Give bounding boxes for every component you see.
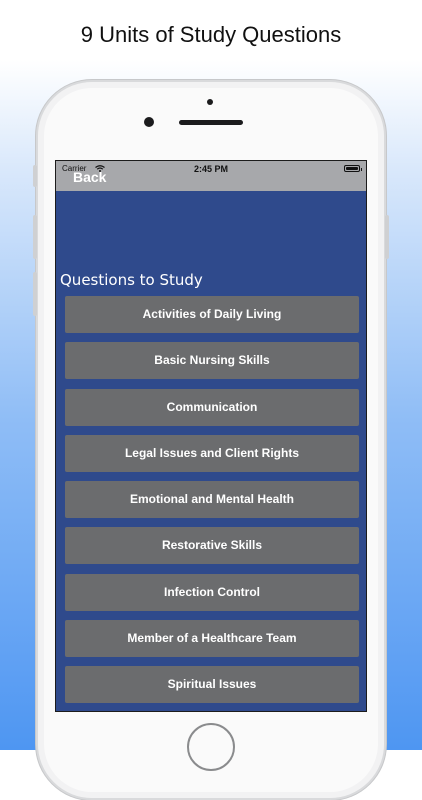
topic-button-emotional-mental-health[interactable]: Emotional and Mental Health xyxy=(65,481,359,519)
topic-button-healthcare-team[interactable]: Member of a Healthcare Team xyxy=(65,620,359,658)
phone-side-button-mute xyxy=(33,165,37,187)
topic-button-legal-issues[interactable]: Legal Issues and Client Rights xyxy=(65,434,359,472)
topic-button-communication[interactable]: Communication xyxy=(65,388,359,426)
topic-button-infection-control[interactable]: Infection Control xyxy=(65,573,359,611)
app-screen: Carrier 2:45 PM Back Questions to Study … xyxy=(55,160,367,712)
phone-side-button-volume-down xyxy=(33,272,37,316)
earpiece-speaker xyxy=(179,120,243,125)
topic-list: Activities of Daily Living Basic Nursing… xyxy=(65,296,359,711)
topic-button-basic-nursing-skills[interactable]: Basic Nursing Skills xyxy=(65,342,359,380)
navigation-bar: Carrier 2:45 PM Back xyxy=(56,161,366,191)
topic-button-restorative-skills[interactable]: Restorative Skills xyxy=(65,527,359,565)
section-title: Questions to Study xyxy=(60,271,203,289)
promo-headline: 9 Units of Study Questions xyxy=(80,22,342,47)
phone-side-button-volume-up xyxy=(33,215,37,259)
home-button[interactable] xyxy=(187,723,235,771)
back-button[interactable]: Back xyxy=(73,169,106,185)
proximity-sensor xyxy=(207,99,213,105)
topic-button-spiritual-issues[interactable]: Spiritual Issues xyxy=(65,666,359,704)
topic-button-activities-of-daily-living[interactable]: Activities of Daily Living xyxy=(65,296,359,333)
battery-icon xyxy=(344,165,362,172)
phone-side-button-power xyxy=(385,215,389,259)
front-camera xyxy=(144,117,154,127)
